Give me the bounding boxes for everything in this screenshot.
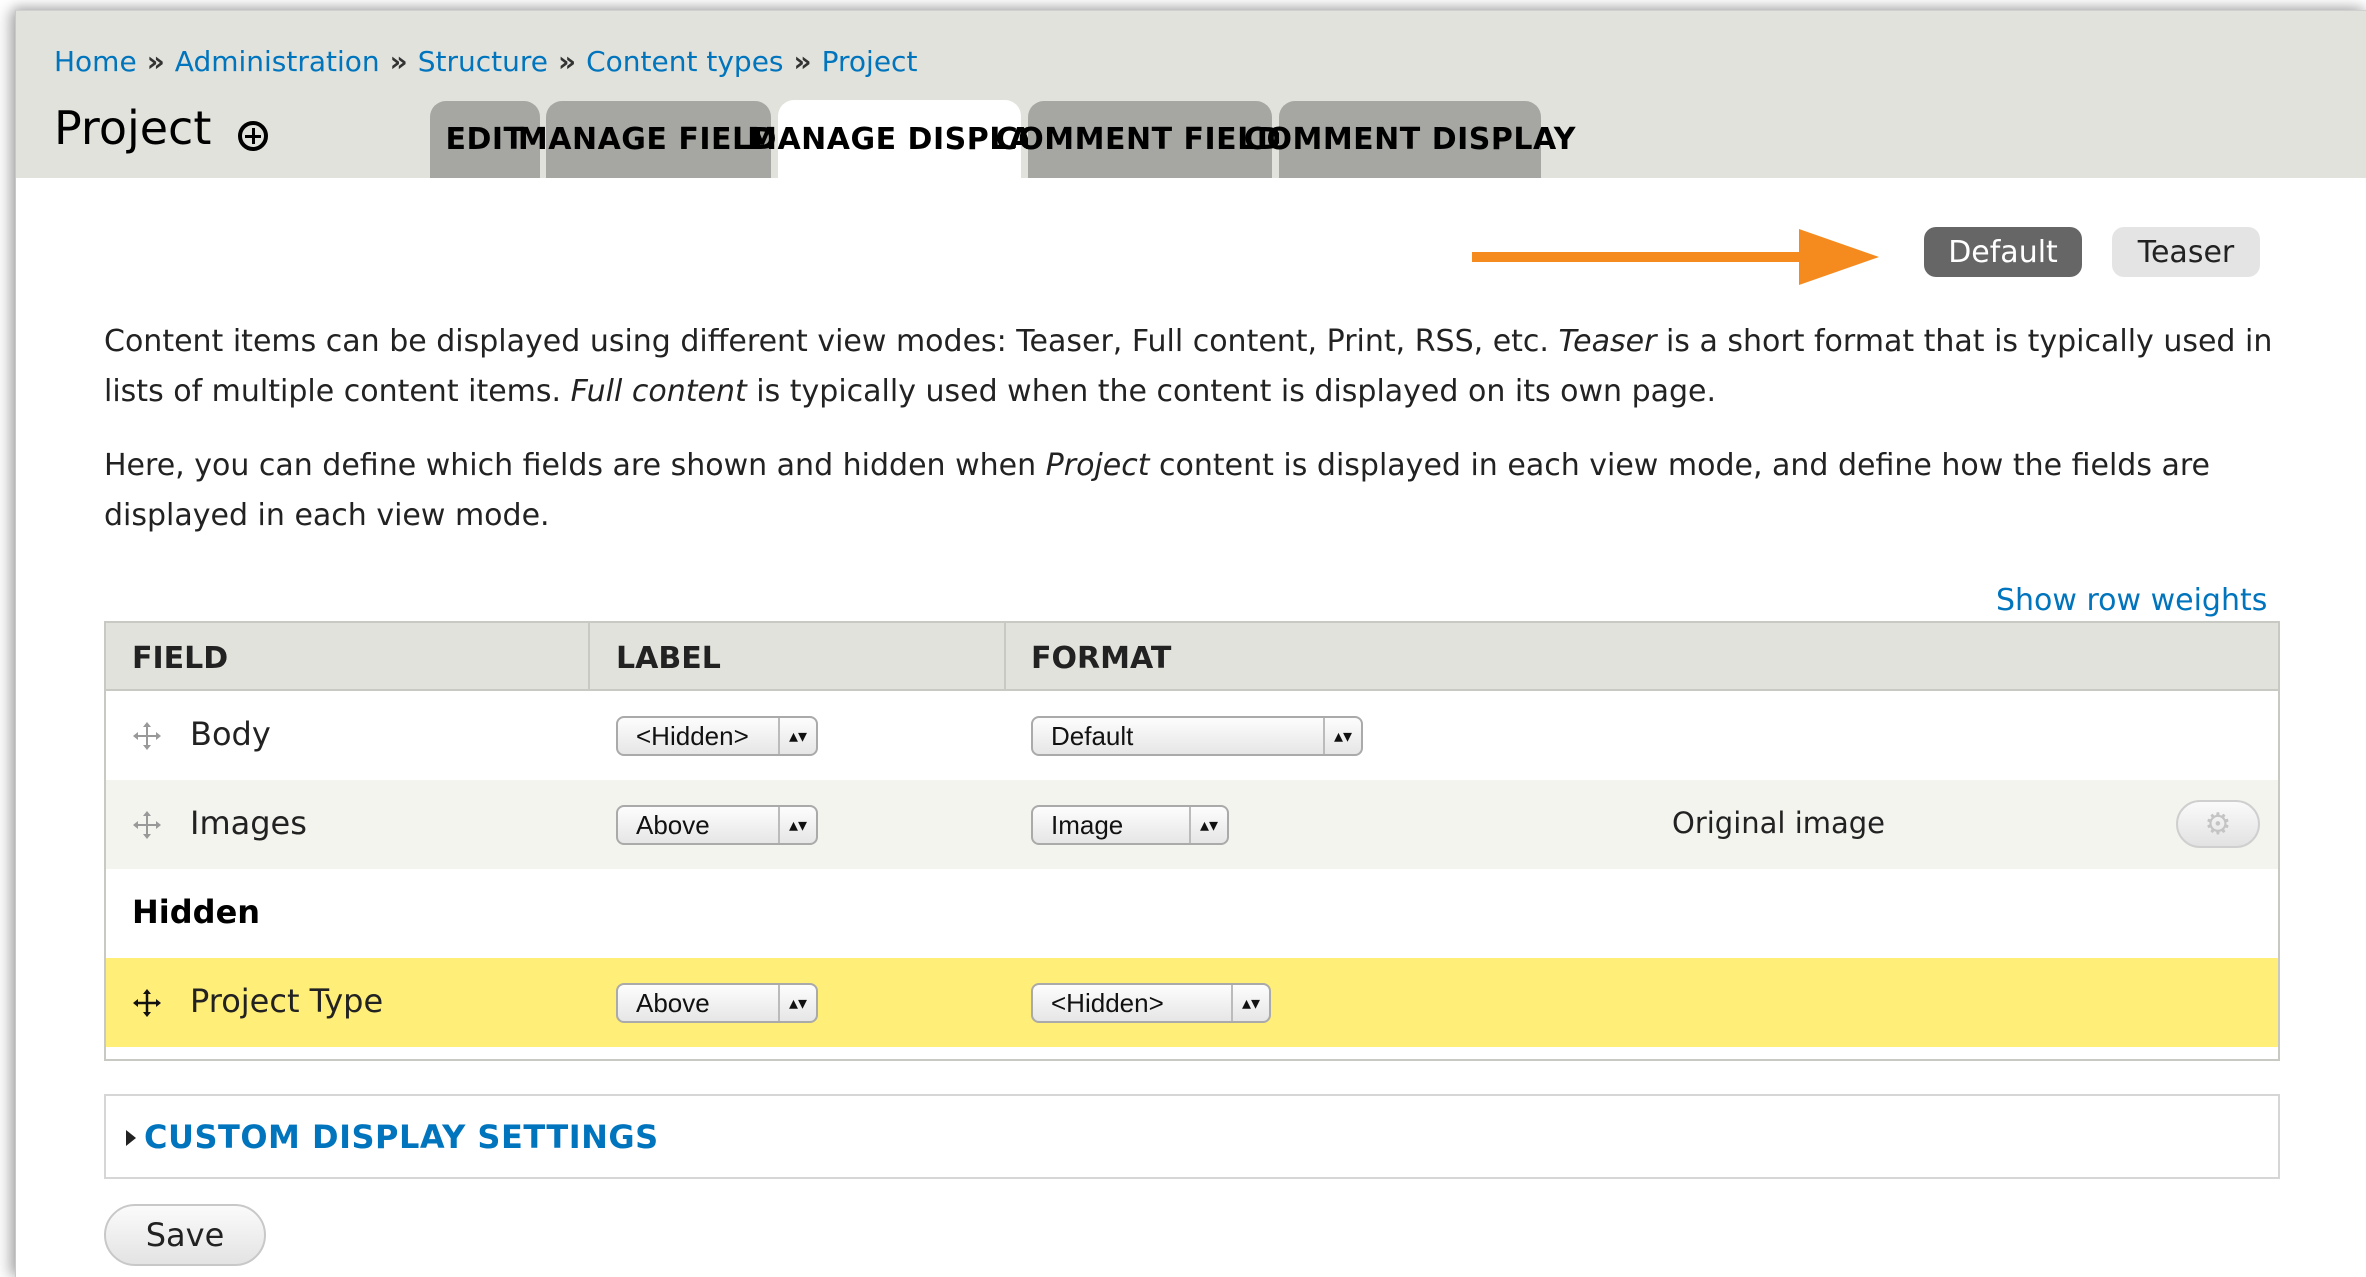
- column-divider: [1004, 623, 1006, 691]
- description-paragraph-2: Here, you can define which fields are sh…: [104, 441, 2284, 541]
- field-name: Project Type: [190, 982, 384, 1020]
- move-cross-icon[interactable]: [132, 721, 162, 751]
- breadcrumb-content-types[interactable]: Content types: [586, 45, 783, 78]
- breadcrumb-separator: »: [146, 45, 165, 78]
- breadcrumb-separator: »: [558, 45, 577, 78]
- select-value: <Hidden>: [636, 721, 749, 751]
- plus-circle-icon[interactable]: [238, 121, 268, 151]
- triangle-right-icon: [126, 1130, 136, 1146]
- format-summary: Original image: [1672, 806, 1886, 840]
- page: Home » Administration » Structure » Content ty…: [15, 10, 2366, 1277]
- display-fields-table: FIELD LABEL FORMAT Body <Hidden> ▴▾ Defau…: [104, 621, 2280, 1061]
- description-paragraph-1: Content items can be displayed using dif…: [104, 317, 2284, 417]
- text-span: Content items can be displayed using dif…: [104, 324, 1559, 359]
- breadcrumb-separator: »: [389, 45, 408, 78]
- select-value: Above: [636, 810, 710, 840]
- custom-display-settings-toggle[interactable]: CUSTOM DISPLAY SETTINGS: [144, 1118, 659, 1156]
- breadcrumb-home[interactable]: Home: [54, 45, 137, 78]
- save-button[interactable]: Save: [104, 1204, 266, 1266]
- breadcrumb-project[interactable]: Project: [822, 45, 918, 78]
- tab-manage-fields[interactable]: MANAGE FIELDS: [518, 101, 799, 178]
- label-select[interactable]: Above ▴▾: [616, 805, 818, 845]
- format-select[interactable]: Default ▴▾: [1031, 716, 1363, 756]
- column-header-label: LABEL: [616, 641, 721, 676]
- annotation-arrow-head: [1799, 229, 1879, 285]
- emphasis-text: Project: [1045, 448, 1150, 483]
- column-header-format: FORMAT: [1031, 641, 1172, 676]
- show-row-weights-link[interactable]: Show row weights: [1996, 583, 2267, 618]
- updown-arrow-icon: ▴▾: [1189, 807, 1227, 843]
- select-value: <Hidden>: [1051, 988, 1164, 1018]
- breadcrumb-structure[interactable]: Structure: [418, 45, 548, 78]
- table-header: FIELD LABEL FORMAT: [106, 623, 2278, 691]
- move-cross-icon[interactable]: [132, 988, 162, 1018]
- emphasis-text: Teaser: [1558, 324, 1657, 359]
- gear-icon[interactable]: ⚙: [2176, 800, 2260, 848]
- page-title: Project: [54, 101, 212, 155]
- custom-display-settings-fieldset[interactable]: CUSTOM DISPLAY SETTINGS: [104, 1094, 2280, 1179]
- updown-arrow-icon: ▴▾: [1231, 985, 1269, 1021]
- view-mode-teaser-button[interactable]: Teaser: [2112, 227, 2260, 277]
- column-header-field: FIELD: [132, 641, 229, 676]
- tab-manage-display[interactable]: MANAGE DISPLAY: [747, 100, 1051, 178]
- field-name: Images: [190, 804, 307, 842]
- table-row: Project Type Above ▴▾ <Hidden> ▴▾: [106, 958, 2278, 1047]
- label-select[interactable]: <Hidden> ▴▾: [616, 716, 818, 756]
- format-select[interactable]: <Hidden> ▴▾: [1031, 983, 1271, 1023]
- field-name: Body: [190, 715, 271, 753]
- text-span: Here, you can define which fields are sh…: [104, 448, 1046, 483]
- table-row: Images Above ▴▾ Image ▴▾ Original image ⚙: [106, 780, 2278, 869]
- breadcrumb: Home » Administration » Structure » Content ty…: [54, 45, 917, 78]
- label-select[interactable]: Above ▴▾: [616, 983, 818, 1023]
- format-select[interactable]: Image ▴▾: [1031, 805, 1229, 845]
- view-mode-default-button[interactable]: Default: [1924, 227, 2082, 277]
- breadcrumb-administration[interactable]: Administration: [175, 45, 380, 78]
- emphasis-text: Full content: [570, 374, 747, 409]
- select-value: Above: [636, 988, 710, 1018]
- hidden-region-row: Hidden: [106, 869, 2278, 958]
- move-cross-icon[interactable]: [132, 810, 162, 840]
- hidden-region-label: Hidden: [132, 893, 261, 931]
- column-divider: [588, 623, 590, 691]
- annotation-arrow: [1472, 252, 1844, 262]
- updown-arrow-icon: ▴▾: [778, 718, 816, 754]
- updown-arrow-icon: ▴▾: [778, 807, 816, 843]
- tab-comment-display[interactable]: COMMENT DISPLAY: [1244, 101, 1576, 178]
- table-row: Body <Hidden> ▴▾ Default ▴▾: [106, 691, 2278, 780]
- updown-arrow-icon: ▴▾: [778, 985, 816, 1021]
- tab-comment-fields[interactable]: COMMENT FIELDS: [996, 101, 1304, 178]
- select-value: Default: [1051, 721, 1134, 751]
- text-span: is typically used when the content is di…: [746, 374, 1717, 409]
- page-header: Home » Administration » Structure » Content ty…: [16, 11, 2366, 178]
- updown-arrow-icon: ▴▾: [1323, 718, 1361, 754]
- select-value: Image: [1051, 810, 1124, 840]
- breadcrumb-separator: »: [793, 45, 812, 78]
